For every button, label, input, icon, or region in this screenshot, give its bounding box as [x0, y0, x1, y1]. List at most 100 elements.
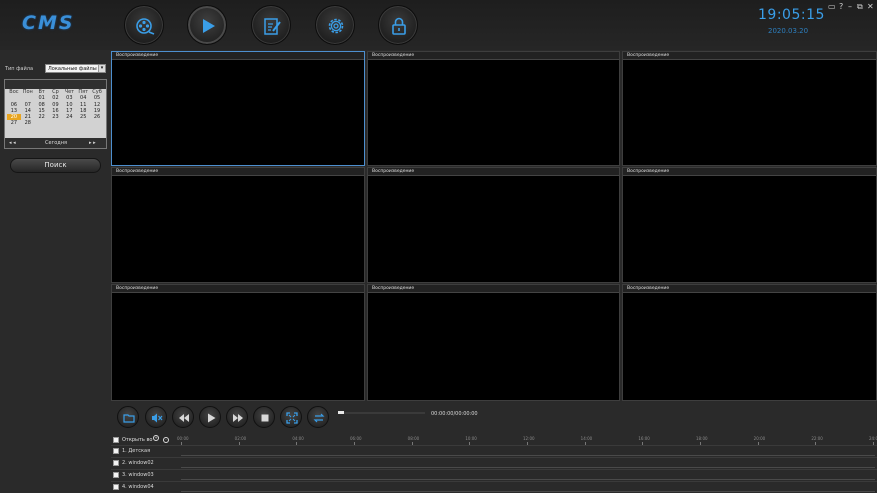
channel-checkbox[interactable] [113, 472, 119, 478]
channel-label: 1. Детская [122, 448, 151, 454]
calendar-day [62, 120, 76, 126]
rewind-icon [179, 414, 189, 422]
play-icon [208, 413, 216, 423]
calendar-day[interactable]: 27 [7, 120, 21, 126]
timeline-tick-label: 08:00 [407, 436, 420, 441]
video-window-title: Воспроизведение [112, 168, 364, 176]
calendar-day [76, 120, 90, 126]
timeline-tick-label: 16:00 [638, 436, 650, 441]
display-icon[interactable]: ▭ [828, 2, 836, 11]
lock-icon [392, 17, 406, 35]
video-window-title: Воспроизведение [368, 52, 619, 60]
playback-nav-button[interactable] [187, 5, 227, 45]
play-button[interactable] [199, 406, 221, 428]
sync-button[interactable] [307, 406, 329, 428]
channel-label: 3. window03 [122, 472, 154, 478]
video-grid: Воспроизведение Воспроизведение Воспроизве… [111, 51, 877, 402]
calendar-day [90, 120, 104, 126]
video-window-title: Воспроизведение [112, 52, 364, 60]
timeline-tick-label: 14:00 [580, 436, 593, 441]
video-window-title: Воспроизведение [368, 285, 619, 293]
edit-document-icon [264, 18, 281, 35]
channel-label: 2. window02 [122, 460, 154, 466]
calendar-day[interactable]: 28 [21, 120, 35, 126]
channel-row[interactable]: 4. window04 [111, 481, 877, 492]
open-all-checkbox[interactable] [113, 437, 119, 443]
video-window-7[interactable]: Воспроизведение [111, 284, 365, 401]
timeline-tick-label: 12:00 [523, 436, 535, 441]
video-window-title: Воспроизведение [623, 52, 876, 60]
clock: 19:05:15 [758, 7, 825, 23]
fullscreen-icon [286, 412, 298, 424]
channel-track[interactable] [181, 479, 875, 480]
timeline-tick-label: 22:00 [811, 436, 823, 441]
timeline-tick-label: 00:00 [177, 436, 189, 441]
video-window-1[interactable]: Воспроизведение [111, 51, 365, 166]
stop-button[interactable] [253, 406, 275, 428]
fullscreen-button[interactable] [280, 406, 302, 428]
timeline-tick-label: 06:00 [350, 436, 362, 441]
channel-track[interactable] [181, 467, 875, 468]
channel-checkbox[interactable] [113, 448, 119, 454]
fast-forward-button[interactable] [226, 406, 248, 428]
open-folder-button[interactable] [117, 406, 139, 428]
stop-icon [261, 414, 269, 422]
progress-handle[interactable] [338, 411, 344, 414]
play-icon [203, 19, 215, 33]
next-month-button[interactable]: ▸ ▸ [89, 140, 96, 146]
settings-nav-button[interactable] [315, 5, 355, 45]
calendar-grid: Вос Пон Вт Ср Чет Пят Суб 01 02 03 04 05 06 07 08 09 10 1… [5, 89, 106, 127]
zoom-out-icon[interactable]: - [163, 437, 169, 443]
app-logo: CMS [22, 12, 75, 34]
channel-checkbox[interactable] [113, 484, 119, 490]
prev-month-button[interactable]: ◂ ◂ [9, 140, 16, 146]
timeline-tick-label: 18:00 [696, 436, 708, 441]
video-window-9[interactable]: Воспроизведение [622, 284, 877, 401]
folder-icon [123, 414, 135, 423]
help-icon[interactable]: ? [839, 2, 843, 11]
video-window-6[interactable]: Воспроизведение [622, 167, 877, 283]
video-window-4[interactable]: Воспроизведение [111, 167, 365, 283]
video-window-5[interactable]: Воспроизведение [367, 167, 620, 283]
rewind-button[interactable] [172, 406, 194, 428]
fast-forward-icon [233, 414, 243, 422]
mute-icon [152, 413, 163, 423]
video-window-8[interactable]: Воспроизведение [367, 284, 620, 401]
calendar-footer: ◂ ◂ Сегодня ▸ ▸ [5, 138, 106, 148]
search-button[interactable]: Поиск [10, 158, 101, 173]
log-nav-button[interactable] [251, 5, 291, 45]
calendar-day [49, 120, 63, 126]
timeline-tick-label: 10:00 [465, 436, 477, 441]
channel-checkbox[interactable] [113, 460, 119, 466]
file-type-label: Тип файла [5, 66, 34, 72]
file-type-select[interactable]: Локальные файлы за ▾ [45, 64, 106, 73]
monitor-nav-button[interactable] [124, 5, 164, 45]
channel-row[interactable]: 1. Детская [111, 445, 877, 456]
calendar: Вос Пон Вт Ср Чет Пят Суб 01 02 03 04 05 06 07 08 09 10 1… [4, 79, 107, 149]
close-icon[interactable]: ✕ [867, 2, 874, 11]
playback-controls: 00:00:00/00:00:00 [111, 403, 877, 433]
file-type-value: Локальные файлы за [48, 66, 104, 72]
minimize-icon[interactable]: – [848, 2, 852, 11]
video-window-3[interactable]: Воспроизведение [622, 51, 877, 166]
search-panel: Тип файла Локальные файлы за ▾ Вос Пон Вт С… [0, 50, 110, 493]
channel-row[interactable]: 3. window03 [111, 469, 877, 480]
restore-icon[interactable]: ⧉ [857, 2, 863, 12]
channel-track[interactable] [181, 491, 875, 492]
video-window-title: Воспроизведение [623, 168, 876, 176]
timeline-tick-label: 24:00 [869, 436, 877, 441]
video-window-2[interactable]: Воспроизведение [367, 51, 620, 166]
timeline-tick-label: 02:00 [234, 436, 247, 441]
timeline-tick-label: 20:00 [753, 436, 766, 441]
channel-row[interactable]: 2. window02 [111, 457, 877, 468]
zoom-in-icon[interactable]: + [153, 435, 159, 441]
channel-track[interactable] [181, 455, 875, 456]
progress-track[interactable] [339, 412, 425, 414]
mute-button[interactable] [145, 406, 167, 428]
lock-nav-button[interactable] [378, 5, 418, 45]
video-window-title: Воспроизведение [368, 168, 619, 176]
gear-icon [328, 18, 344, 34]
open-all-label: Открыть во [122, 437, 153, 443]
today-button[interactable]: Сегодня [45, 140, 67, 146]
video-window-title: Воспроизведение [112, 285, 364, 293]
